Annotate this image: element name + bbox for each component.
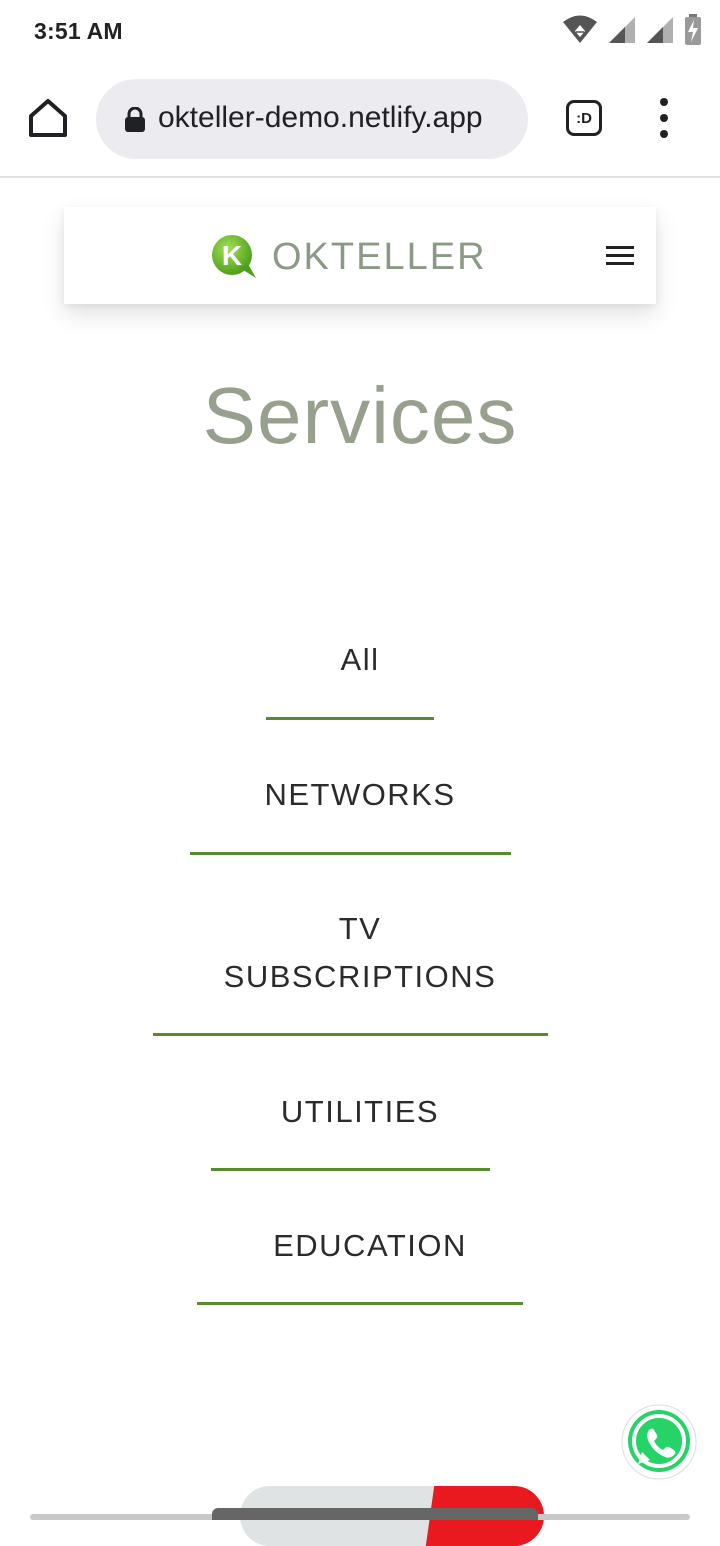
home-icon (29, 99, 67, 137)
url-text[interactable]: okteller-demo.netlify.app (158, 101, 516, 135)
tab-tv-subscriptions-underline (153, 1033, 548, 1036)
signal-icon (646, 16, 674, 49)
status-bar: 3:51 AM (0, 0, 720, 66)
wifi-icon (562, 15, 598, 50)
logo-letter: K (222, 240, 242, 271)
status-icons (562, 13, 702, 51)
tab-education-underline (197, 1302, 523, 1305)
brand-logo[interactable]: K OKTELLER (210, 234, 487, 280)
whatsapp-button[interactable] (620, 1402, 698, 1480)
whatsapp-icon (621, 1404, 697, 1480)
hamburger-menu-icon (606, 246, 634, 249)
tab-all-underline (266, 717, 434, 720)
overflow-menu-button[interactable] (650, 96, 678, 140)
hamburger-menu-button[interactable] (606, 246, 634, 268)
tab-all[interactable]: All (0, 636, 720, 684)
okteller-logo-icon: K (212, 235, 256, 278)
tab-networks[interactable]: NETWORKS (0, 771, 720, 819)
tab-education[interactable]: EDUCATION (10, 1222, 720, 1270)
site-header: K OKTELLER (64, 207, 656, 304)
tab-switcher-button[interactable]: :D (566, 100, 602, 136)
address-bar[interactable]: okteller-demo.netlify.app (96, 79, 528, 159)
page-title: Services (202, 371, 518, 460)
status-time: 3:51 AM (34, 18, 123, 44)
tab-networks-underline (190, 852, 511, 855)
home-button[interactable] (26, 96, 70, 140)
tab-switcher-icon: :D (576, 109, 592, 127)
brand-name: OKTELLER (272, 235, 487, 278)
battery-charging-icon (684, 13, 702, 51)
tab-tv-subscriptions[interactable]: TV SUBSCRIPTIONS (210, 905, 510, 1001)
lock-icon (124, 106, 146, 138)
tab-utilities[interactable]: UTILITIES (0, 1088, 720, 1136)
browser-toolbar: okteller-demo.netlify.app :D (0, 66, 720, 178)
bottom-scroll-thumb[interactable] (212, 1508, 538, 1520)
overflow-menu-icon (660, 98, 668, 138)
tab-utilities-underline (211, 1168, 490, 1171)
signal-icon (608, 16, 636, 49)
